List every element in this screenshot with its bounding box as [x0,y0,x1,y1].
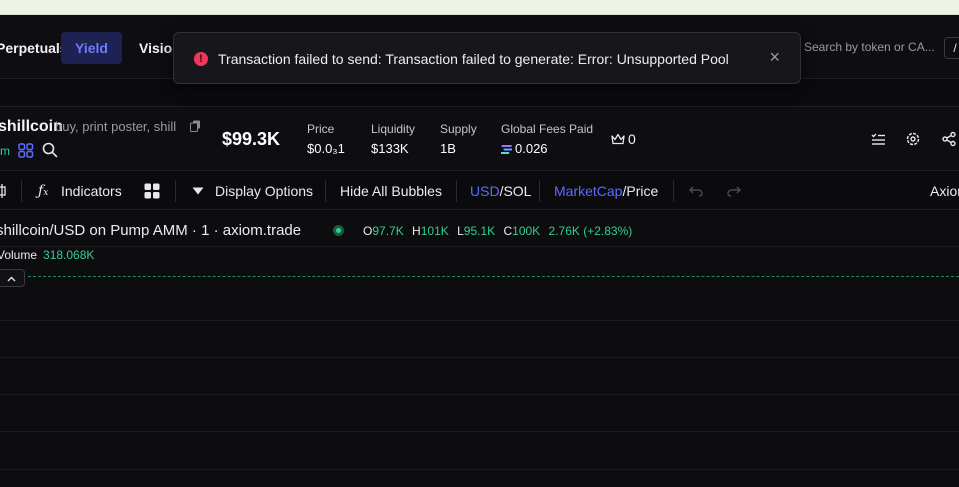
currency-toggle[interactable]: USD/SOL [470,183,531,199]
close-icon[interactable]: × [769,47,780,68]
stat-value: $133K [371,141,409,156]
browser-top-strip [0,0,959,15]
toolbar-separator [456,180,457,202]
search-icon[interactable] [42,142,58,158]
change-value: 2.76K (+2.83%) [548,224,633,238]
redo-icon[interactable] [727,185,741,197]
stat-value: 0.026 [501,141,593,156]
stat-label: Liquidity [371,122,416,136]
stat-price: Price $0.0₃1 [307,122,345,156]
close-label: C [503,224,513,238]
crown-icon [611,133,625,145]
list-settings-icon[interactable] [870,131,886,147]
toolbar-separator [539,180,540,202]
token-tagline: buy, print poster, shill [55,119,177,134]
top-holders-count[interactable]: 0 [611,131,636,147]
metric-active: MarketCap [554,183,623,199]
stat-liquidity: Liquidity $133K [371,122,415,156]
stat-label: Global Fees Paid [501,122,594,136]
stat-value: $0.0₃1 [307,141,345,156]
grid-line [0,394,959,395]
open-label: O [363,224,373,238]
toolbar-separator [673,180,674,202]
token-age: m [0,144,10,158]
candle-type-icon[interactable] [0,183,6,199]
error-toast: ! Transaction failed to send: Transactio… [173,32,801,84]
nav-item-perpetuals[interactable]: Perpetuals [0,32,68,64]
display-options-button[interactable]: Display Options [215,183,313,199]
metric-alt: /Price [622,183,659,199]
grid-line [0,320,959,321]
stat-label: Supply [440,122,477,136]
toolbar-separator [175,180,176,202]
token-search-input[interactable]: Search by token or CA... / [798,32,959,64]
undo-icon[interactable] [689,185,703,197]
toast-message: Transaction failed to send: Transaction … [218,51,729,67]
low-label: L [457,224,464,238]
chevron-up-icon [7,276,15,282]
grid-line [0,246,959,247]
volume-level-line [28,276,959,277]
search-shortcut-key: / [944,37,959,59]
holders-value: 0 [628,131,636,147]
toolbar-separator [21,180,22,202]
brand-label: Axiom [930,183,959,199]
share-icon[interactable] [941,131,957,147]
community-icon[interactable] [18,143,34,158]
metric-toggle[interactable]: MarketCap/Price [554,183,658,199]
volume-readout: Volume 318.068K [0,248,94,262]
open-value: 97.7K [372,224,404,238]
market-cap-value: $99.3K [222,129,281,149]
stat-value: 1B [440,141,456,156]
toolbar-separator [325,180,326,202]
collapse-legend-button[interactable] [0,269,25,287]
volume-value: 318.068K [43,248,95,262]
chart-toolbar: ƒx Indicators Display Options Hide All B… [0,172,959,210]
hide-bubbles-button[interactable]: Hide All Bubbles [340,183,442,199]
currency-alt: /SOL [499,183,532,199]
function-icon[interactable]: ƒx [38,183,48,199]
token-name: shillcoin [0,118,63,135]
grid-line [0,469,959,470]
volume-label: Volume [0,248,38,262]
close-value: 100K [512,224,541,238]
currency-active: USD [470,183,500,199]
ohlc-readout: O97.7K H101K L95.1K C100K 2.76K (+2.83%) [363,224,637,238]
nav-item-yield[interactable]: Yield [61,32,122,64]
search-placeholder: Search by token or CA... [804,40,935,54]
live-status-dot [333,225,344,236]
error-icon: ! [194,52,208,66]
low-value: 95.1K [463,224,496,238]
gear-icon[interactable] [905,131,921,147]
stat-global-fees: Global Fees Paid 0.026 [501,122,593,156]
layout-grid-icon[interactable] [144,183,160,199]
solana-icon [501,145,512,154]
price-chart[interactable]: shillcoin/USD on Pump AMM · 1 · axiom.tr… [0,211,959,487]
copy-icon[interactable] [190,120,201,132]
stat-supply: Supply 1B [440,122,477,156]
grid-line [0,357,959,358]
indicators-button[interactable]: Indicators [61,183,122,199]
grid-line [0,431,959,432]
high-value: 101K [420,224,449,238]
chart-legend-title: shillcoin/USD on Pump AMM · 1 · axiom.tr… [0,222,302,239]
fees-amount: 0.026 [515,141,548,156]
high-label: H [412,224,421,238]
caret-down-icon[interactable] [192,187,204,195]
token-info-bar: shillcoin buy, print poster, shill m $99… [0,107,959,171]
sub-header-band [0,80,959,107]
stat-label: Price [307,122,335,136]
